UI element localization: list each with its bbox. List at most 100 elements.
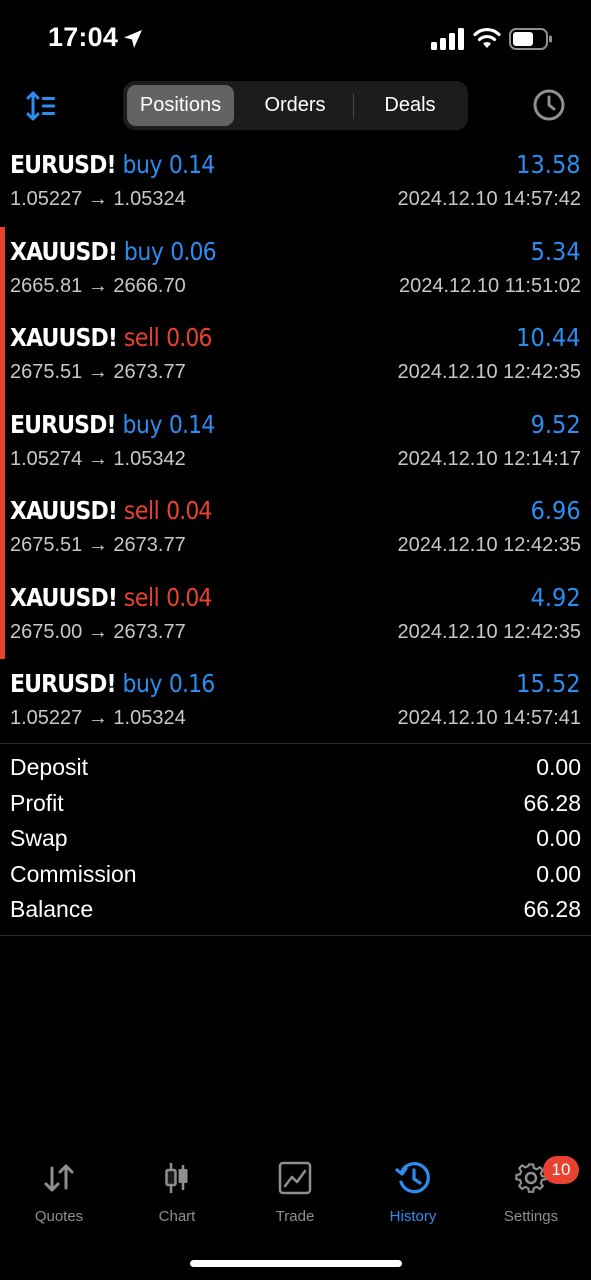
tab-history[interactable]: History [354,1160,472,1230]
tab-label: Settings [503,1208,559,1225]
summary-row-deposit: Deposit 0.00 [0,750,591,786]
arrow-right-icon: → [82,620,114,643]
trade-time: 2024.12.10 12:14:17 [397,447,581,470]
close-price: 1.05342 [113,447,186,470]
trade-time: 2024.12.10 12:42:35 [397,361,581,383]
tab-label: Chart [158,1208,196,1225]
open-price: 2675.51 [10,361,83,383]
trade-row[interactable]: XAUUSD! buy 0.06 5.34 2665.81 → 2666.70 202… [0,226,591,314]
segment-orders[interactable]: Orders [239,85,351,126]
arrow-right-icon: → [82,188,114,210]
tab-trade[interactable]: Trade [236,1160,354,1230]
trade-time: 2024.12.10 12:42:35 [397,620,581,643]
trade-profit: 9.52 [530,409,581,439]
trade-profit: 4.92 [530,582,581,612]
trades-list: EURUSD! buy 0.14 13.58 1.05227 → 1.05324 20… [0,140,591,746]
trade-profit: 5.34 [530,236,581,266]
sort-icon[interactable] [26,90,58,122]
location-arrow-icon [124,30,142,48]
trade-row[interactable]: XAUUSD! sell 0.04 4.92 2675.00 → 2673.77 20… [0,572,591,660]
tab-chart[interactable]: Chart [118,1160,236,1230]
history-header: Positions Orders Deals [0,80,591,132]
trade-prices: 1.05274 → 1.05342 [10,448,186,471]
summary-label: Commission [10,860,137,887]
summary-label: Profit [10,789,64,816]
trade-prices: 1.05227 → 1.05324 [10,188,186,211]
close-price: 2673.77 [113,361,186,383]
settings-badge: 10 [543,1156,579,1184]
summary-row-balance: Balance 66.28 [0,892,591,928]
summary-value: 66.28 [523,789,581,816]
history-summary: Deposit 0.00 Profit 66.28 Swap 0.00 Comm… [0,750,591,928]
summary-value: 0.00 [536,860,581,887]
history-segmented-control: Positions Orders Deals [123,81,468,130]
trade-symbol: EURUSD! [10,409,117,439]
tab-label: History [389,1208,437,1225]
trade-profit: 15.52 [516,669,581,698]
trade-time: 2024.12.10 11:51:02 [398,274,581,297]
trade-profit: 13.58 [516,150,581,179]
arrow-right-icon: → [82,274,114,297]
trade-volume: 0.06 [166,323,212,352]
trade-prices: 2675.51 → 2673.77 [10,361,186,384]
trade-title: EURUSD! buy 0.14 [10,409,215,439]
trade-volume: 0.14 [168,150,215,179]
summary-label: Swap [10,825,68,851]
open-price: 2665.81 [10,274,83,297]
trade-symbol: EURUSD! [10,669,117,698]
clock-icon[interactable] [532,88,566,122]
trade-direction: buy [122,409,163,439]
wifi-icon [473,27,501,48]
trade-time: 2024.12.10 14:57:42 [397,188,581,210]
segment-positions[interactable]: Positions [127,85,234,126]
segment-deals[interactable]: Deals [356,85,464,126]
trade-title: XAUUSD! buy 0.06 [10,236,217,266]
arrow-right-icon: → [82,447,114,470]
summary-separator-bottom [0,935,591,936]
trade-symbol: EURUSD! [10,150,117,179]
history-clock-icon [395,1162,430,1194]
trade-title: XAUUSD! sell 0.04 [10,583,212,612]
trade-title: EURUSD! buy 0.14 [10,150,215,179]
segment-divider [353,93,354,119]
tab-quotes[interactable]: Quotes [0,1160,118,1230]
tab-bar: Quotes Chart Trade History 10 Settings [0,1156,591,1240]
summary-row-swap: Swap 0.00 [0,821,591,857]
open-price: 2675.51 [10,534,83,556]
trade-symbol: XAUUSD! [10,496,118,525]
tab-settings[interactable]: 10 Settings [472,1156,590,1230]
trade-symbol: XAUUSD! [10,323,118,352]
trade-row[interactable]: XAUUSD! sell 0.04 6.96 2675.51 → 2673.77 20… [0,486,591,573]
trade-chart-icon [278,1161,312,1195]
summary-label: Deposit [10,754,88,780]
home-indicator [190,1260,402,1267]
trade-title: EURUSD! buy 0.16 [10,669,215,698]
trade-volume: 0.06 [170,236,216,266]
close-price: 2673.77 [113,534,186,556]
close-price: 2666.70 [113,274,186,297]
candlestick-icon [165,1163,188,1193]
status-bar: 17:04 [0,0,591,80]
close-price: 1.05324 [113,707,186,729]
trade-row[interactable]: EURUSD! buy 0.14 9.52 1.05274 → 1.05342 202… [0,399,591,487]
trade-row[interactable]: EURUSD! buy 0.14 13.58 1.05227 → 1.05324 20… [0,140,591,227]
battery-icon [509,28,552,50]
arrow-right-icon: → [82,361,114,383]
trade-direction: sell [123,323,160,352]
trade-direction: buy [123,236,164,266]
status-time: 17:04 [48,22,119,52]
cellular-signal-icon [431,28,464,50]
trade-time: 2024.12.10 12:42:35 [397,534,581,556]
summary-row-commission: Commission 0.00 [0,857,591,893]
trade-profit: 6.96 [530,496,581,525]
trade-prices: 1.05227 → 1.05324 [10,707,186,730]
summary-value: 0.00 [536,825,581,851]
trade-direction: sell [123,496,160,525]
trade-prices: 2675.00 → 2673.77 [10,621,186,644]
trade-row[interactable]: EURUSD! buy 0.16 15.52 1.05227 → 1.05324 20… [0,659,591,746]
trade-row[interactable]: XAUUSD! sell 0.06 10.44 2675.51 → 2673.77 2… [0,313,591,400]
trade-direction: buy [122,669,163,698]
trade-title: XAUUSD! sell 0.04 [10,496,212,525]
open-price: 1.05274 [10,447,83,470]
close-price: 2673.77 [113,620,186,643]
